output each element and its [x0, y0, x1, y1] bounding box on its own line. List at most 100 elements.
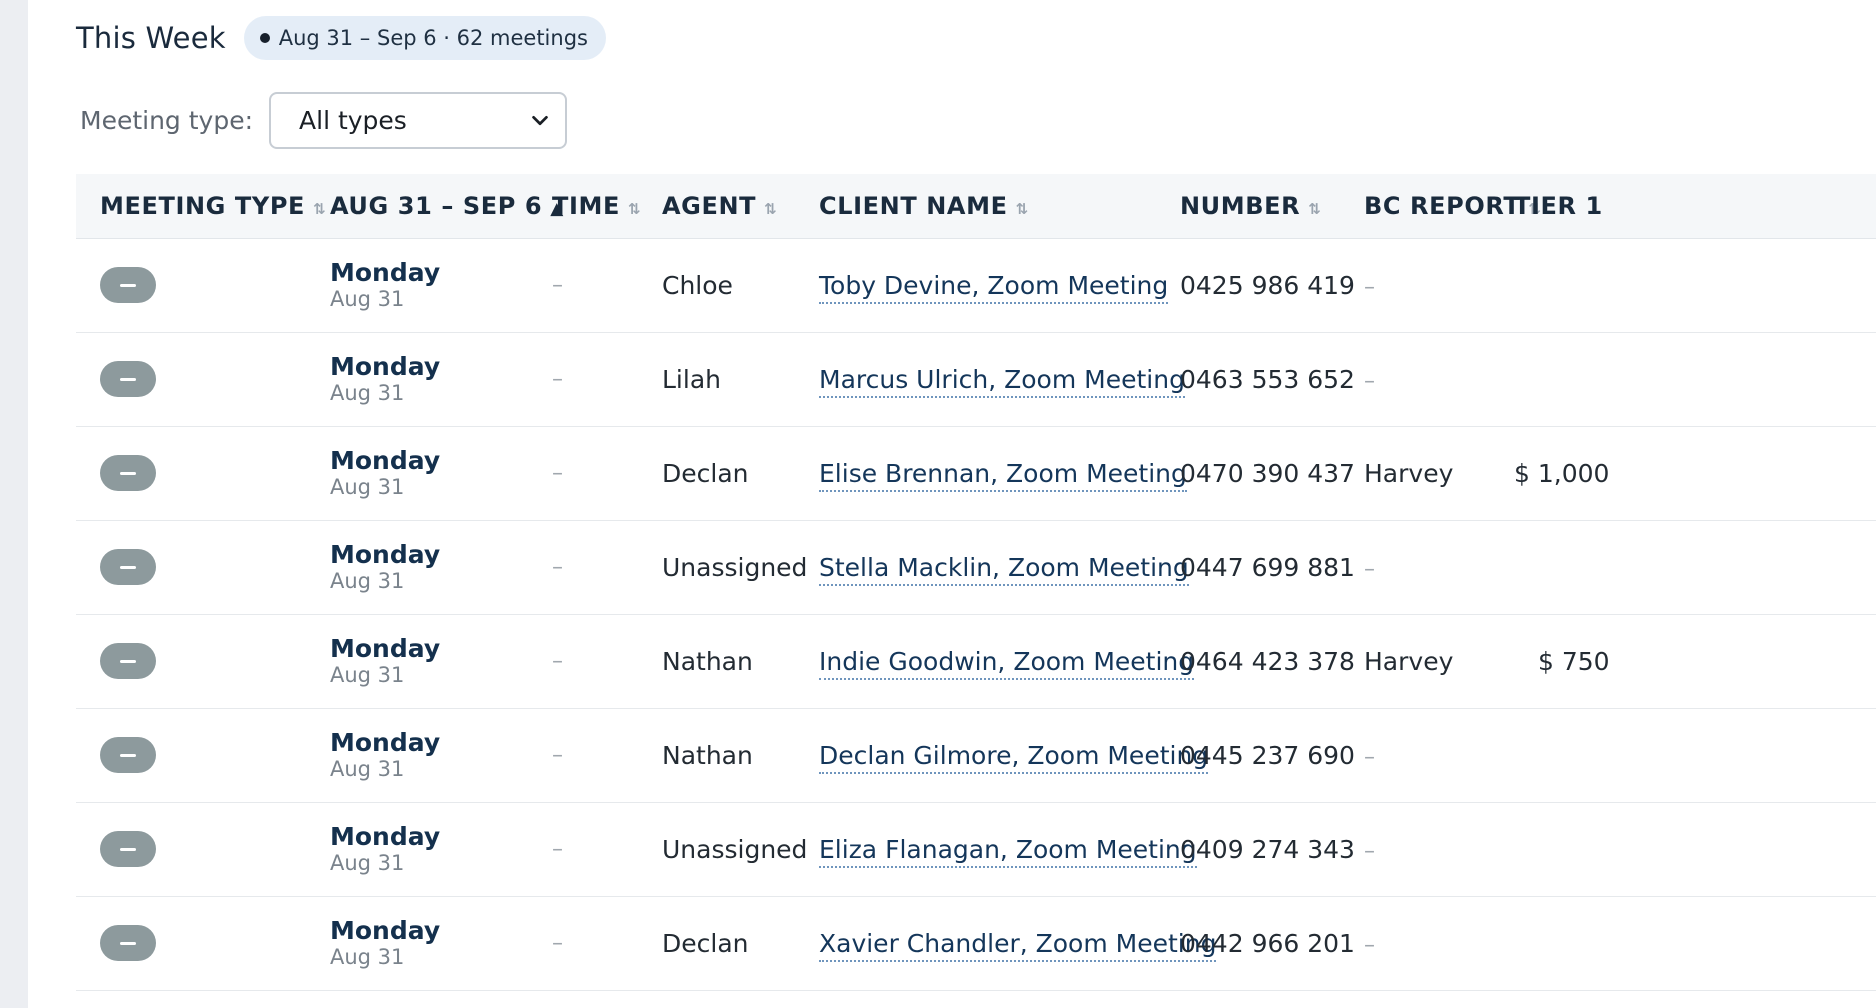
time-cell: – — [552, 366, 563, 392]
tier-1-value: $ 1,000 — [1514, 458, 1610, 488]
date-cell: Monday Aug 31 — [330, 332, 552, 426]
main-content: This Week Aug 31 – Sep 6 · 62 meetings M… — [28, 0, 1876, 1008]
minus-icon — [120, 659, 136, 663]
bc-report-value: – — [1364, 744, 1375, 770]
bc-report-cell: Harvey — [1364, 426, 1514, 520]
meeting-type-pill[interactable] — [100, 925, 156, 961]
time-cell: – — [552, 648, 563, 674]
sort-icon: ⇅ — [764, 199, 778, 218]
client-name-link[interactable]: Marcus Ulrich, Zoom Meeting — [819, 364, 1185, 398]
minus-icon — [120, 377, 136, 381]
time-cell: – — [552, 272, 563, 298]
date-cell: Monday Aug 31 — [330, 896, 552, 990]
tier-1-cell — [1514, 238, 1876, 332]
agent-cell: Nathan — [662, 740, 753, 770]
sort-icon: ⇅ — [627, 199, 642, 218]
table-row[interactable]: Monday Aug 31– Declan Xavier Chandler, Zoom… — [76, 896, 1876, 990]
client-name-link[interactable]: Elise Brennan, Zoom Meeting — [819, 458, 1187, 492]
meeting-type-select[interactable]: All types — [269, 92, 568, 149]
client-cell: Marcus Ulrich, Zoom Meeting — [819, 332, 1185, 426]
meeting-type-cell — [76, 426, 330, 520]
number-cell: 0447 699 881 — [1180, 552, 1355, 582]
time-cell: – — [552, 836, 563, 862]
client-name-link[interactable]: Toby Devine, Zoom Meeting — [819, 270, 1169, 304]
minus-icon — [120, 283, 136, 287]
time-cell: – — [552, 930, 563, 956]
column-header-agent[interactable]: AGENT ⇅ — [662, 174, 819, 239]
meeting-type-cell — [76, 614, 330, 708]
client-cell: Toby Devine, Zoom Meeting — [819, 238, 1180, 332]
tier-1-cell: $ 750 — [1514, 614, 1876, 708]
day-label: Monday — [330, 821, 441, 851]
column-header-meeting-type[interactable]: MEETING TYPE ⇅ — [76, 174, 330, 239]
client-cell: Declan Gilmore, Zoom Meeting — [819, 708, 1209, 802]
minus-icon — [120, 753, 136, 757]
client-cell: Stella Macklin, Zoom Meeting — [819, 520, 1189, 614]
client-name-link[interactable]: Declan Gilmore, Zoom Meeting — [819, 740, 1209, 774]
agent-cell: Nathan — [662, 646, 753, 676]
minus-icon — [120, 941, 136, 945]
table-row[interactable]: Monday Aug 31– Unassigned Stella Macklin, Z… — [76, 520, 1876, 614]
table-row[interactable]: Monday Aug 31– Nathan Declan Gilmore, Zoom … — [76, 708, 1876, 802]
client-name-link[interactable]: Stella Macklin, Zoom Meeting — [819, 552, 1189, 586]
number-cell: 0425 986 419 — [1180, 270, 1355, 300]
date-label: Aug 31 — [330, 380, 405, 405]
table-row[interactable]: Monday Aug 31– Declan Elise Brennan, Zoom M… — [76, 426, 1876, 520]
tier-1-cell: $ 1,000 — [1514, 426, 1876, 520]
meeting-type-filter: Meeting type: All types — [80, 92, 568, 149]
status-dot-icon — [259, 33, 270, 43]
page-title: This Week — [76, 21, 226, 55]
meeting-type-cell — [76, 520, 330, 614]
agent-cell: Unassigned — [662, 834, 808, 864]
meeting-type-pill[interactable] — [100, 831, 156, 867]
column-header-number[interactable]: NUMBER ⇅ — [1180, 174, 1364, 239]
meeting-type-pill[interactable] — [100, 643, 156, 679]
client-cell: Indie Goodwin, Zoom Meeting — [819, 614, 1195, 708]
meeting-type-pill[interactable] — [100, 361, 156, 397]
meeting-type-pill[interactable] — [100, 455, 156, 491]
column-header-bc-report[interactable]: BC REPORT ⇅ — [1364, 174, 1541, 239]
minus-icon — [120, 471, 136, 475]
agent-cell: Declan — [662, 928, 749, 958]
date-label: Aug 31 — [330, 944, 405, 969]
client-name-link[interactable]: Xavier Chandler, Zoom Meeting — [819, 928, 1217, 962]
table-row[interactable]: Monday Aug 31– Lilah Marcus Ulrich, Zoom Me… — [76, 332, 1876, 426]
table-row[interactable]: Monday Aug 31– Nathan Indie Goodwin, Zoom M… — [76, 614, 1876, 708]
meeting-type-cell — [76, 896, 330, 990]
meeting-type-pill[interactable] — [100, 267, 156, 303]
agent-cell: Unassigned — [662, 552, 808, 582]
bc-report-cell: – — [1364, 896, 1514, 990]
client-cell: Eliza Flanagan, Zoom Meeting — [819, 802, 1197, 896]
week-summary-text: Aug 31 – Sep 6 · 62 meetings — [278, 26, 588, 50]
meeting-type-cell — [76, 708, 330, 802]
client-name-link[interactable]: Indie Goodwin, Zoom Meeting — [819, 646, 1195, 680]
day-label: Monday — [330, 445, 441, 475]
date-cell: Monday Aug 31 — [330, 520, 552, 614]
number-cell: 0470 390 437 — [1180, 458, 1355, 488]
column-header-time[interactable]: TIME ⇅ — [552, 174, 662, 239]
left-rail — [0, 0, 28, 1008]
client-name-link[interactable]: Eliza Flanagan, Zoom Meeting — [819, 834, 1197, 868]
day-label: Monday — [330, 633, 441, 663]
meeting-type-cell — [76, 332, 330, 426]
table-row[interactable]: Monday Aug 31– Chloe Toby Devine, Zoom Meet… — [76, 238, 1876, 332]
tier-1-cell — [1514, 896, 1876, 990]
bc-report-value: – — [1364, 838, 1375, 864]
sort-icon: ⇅ — [1308, 199, 1322, 218]
minus-icon — [120, 565, 136, 569]
meeting-type-cell — [76, 802, 330, 896]
table-row[interactable]: Monday Aug 31 – Unassigned Eliza Flanagan, Z… — [76, 802, 1876, 896]
tier-1-cell — [1514, 802, 1876, 896]
bc-report-value: – — [1364, 274, 1375, 300]
bc-report-value: Harvey — [1364, 646, 1454, 676]
time-cell: – — [552, 460, 563, 486]
number-cell: 0442 966 201 — [1180, 928, 1355, 958]
column-header-date[interactable]: AUG 31 – SEP 6 ▲ — [330, 174, 563, 239]
date-label: Aug 31 — [330, 850, 405, 875]
meeting-type-pill[interactable] — [100, 549, 156, 585]
bc-report-value: – — [1364, 932, 1375, 958]
meeting-type-pill[interactable] — [100, 737, 156, 773]
column-header-tier-1[interactable]: TIER 1 — [1514, 174, 1876, 239]
date-cell: Monday Aug 31 — [330, 614, 552, 708]
column-header-client-name[interactable]: CLIENT NAME ⇅ — [819, 174, 1180, 239]
